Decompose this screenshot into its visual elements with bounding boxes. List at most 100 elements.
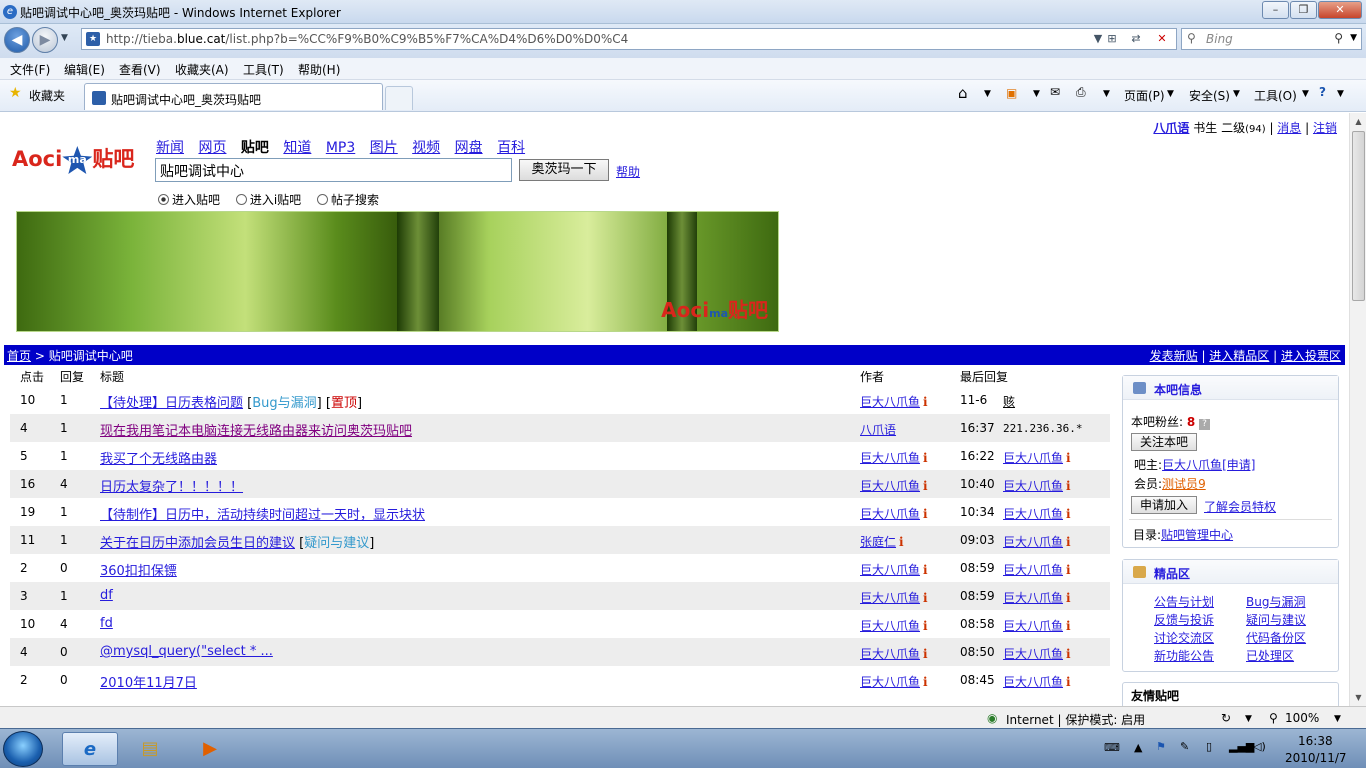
- i-icon[interactable]: i: [1066, 563, 1071, 577]
- thread-author-link[interactable]: 巨大八爪鱼: [860, 507, 920, 521]
- thread-last-user-link[interactable]: 赅: [1003, 395, 1015, 409]
- i-icon[interactable]: i: [923, 395, 928, 409]
- join-button[interactable]: 申请加入: [1131, 496, 1197, 514]
- close-window-button[interactable]: ✕: [1318, 1, 1362, 19]
- help-dropdown-icon[interactable]: ▼: [1337, 89, 1344, 99]
- home-dropdown-icon[interactable]: ▼: [984, 89, 991, 99]
- maximize-button[interactable]: ❐: [1290, 1, 1317, 19]
- logout-link[interactable]: 注销: [1313, 121, 1337, 135]
- nav-baike[interactable]: 百科: [497, 140, 525, 156]
- print-dropdown-icon[interactable]: ▼: [1103, 89, 1110, 99]
- back-button[interactable]: ◀: [4, 27, 30, 53]
- stop-icon[interactable]: ✕: [1152, 30, 1172, 48]
- volume-icon[interactable]: ◁): [1253, 740, 1266, 753]
- featured-link-4[interactable]: 讨论交流区: [1154, 629, 1214, 646]
- protected-dropdown-icon[interactable]: ▼: [1245, 714, 1252, 724]
- member-privilege-link[interactable]: 了解会员特权: [1204, 498, 1276, 515]
- vote-link[interactable]: 进入投票区: [1281, 349, 1341, 363]
- address-bar[interactable]: ★ http://tieba.blue.cat/list.php?b=%CC%F…: [81, 28, 1177, 50]
- search-go-icon[interactable]: ⚲: [1334, 31, 1343, 45]
- i-icon[interactable]: i: [923, 451, 928, 465]
- menu-favorites[interactable]: 收藏夹(A): [175, 61, 229, 78]
- vertical-scrollbar[interactable]: ▲ ▼: [1349, 113, 1366, 706]
- thread-author-link[interactable]: 巨大八爪鱼: [860, 563, 920, 577]
- thread-author-link[interactable]: 巨大八爪鱼: [860, 647, 920, 661]
- network-icon[interactable]: ▂▄▆: [1229, 740, 1254, 753]
- rss-icon[interactable]: ▣: [1006, 86, 1017, 100]
- refresh-icon[interactable]: ⇄: [1126, 30, 1146, 48]
- radio-enter-tieba[interactable]: 进入贴吧: [158, 193, 220, 207]
- thread-tag-link[interactable]: 疑问与建议: [304, 536, 369, 551]
- nav-mp3[interactable]: MP3: [326, 140, 355, 156]
- i-icon[interactable]: i: [923, 647, 928, 661]
- i-icon[interactable]: i: [923, 619, 928, 633]
- pin-icon[interactable]: ✎: [1180, 740, 1189, 753]
- thread-author-link[interactable]: 巨大八爪鱼: [860, 675, 920, 689]
- i-icon[interactable]: i: [899, 535, 904, 549]
- protected-mode-icon[interactable]: ↻: [1221, 711, 1231, 725]
- site-logo[interactable]: Aoci ma 贴吧: [12, 143, 134, 174]
- rss-dropdown-icon[interactable]: ▼: [1033, 89, 1040, 99]
- zoom-level[interactable]: 100%: [1285, 711, 1319, 725]
- flag-icon[interactable]: ⚑: [1156, 740, 1166, 753]
- thread-tag-link[interactable]: Bug与漏洞: [252, 396, 316, 411]
- i-icon[interactable]: i: [923, 479, 928, 493]
- i-icon[interactable]: i: [1066, 647, 1071, 661]
- compat-view-icon[interactable]: ⊞: [1102, 30, 1122, 48]
- start-button[interactable]: [3, 731, 43, 767]
- thread-title-link[interactable]: 关于在日历中添加会员生日的建议: [100, 536, 295, 551]
- keyword-input[interactable]: 贴吧调试中心: [155, 158, 512, 182]
- i-icon[interactable]: i: [923, 675, 928, 689]
- thread-last-user-link[interactable]: 巨大八爪鱼: [1003, 535, 1063, 549]
- nav-zhidao[interactable]: 知道: [283, 140, 311, 156]
- thread-title-link[interactable]: 日历太复杂了！！！！！: [100, 480, 243, 495]
- i-icon[interactable]: i: [923, 563, 928, 577]
- i-icon[interactable]: i: [1066, 535, 1071, 549]
- featured-link-3[interactable]: 疑问与建议: [1246, 611, 1306, 628]
- keyboard-icon[interactable]: ⌨: [1104, 741, 1120, 754]
- thread-author-link[interactable]: 巨大八爪鱼: [860, 619, 920, 633]
- scroll-down-icon[interactable]: ▼: [1350, 689, 1366, 706]
- thread-last-user-link[interactable]: 巨大八爪鱼: [1003, 675, 1063, 689]
- owner-apply-link[interactable]: [申请]: [1222, 458, 1255, 472]
- scroll-up-icon[interactable]: ▲: [1350, 113, 1366, 130]
- thread-last-user-link[interactable]: 巨大八爪鱼: [1003, 591, 1063, 605]
- help-icon[interactable]: ?: [1319, 85, 1326, 99]
- featured-link-1[interactable]: Bug与漏洞: [1246, 593, 1305, 610]
- i-icon[interactable]: i: [1066, 591, 1071, 605]
- taskbar-ie-icon[interactable]: e: [62, 732, 118, 766]
- featured-link-6[interactable]: 新功能公告: [1154, 647, 1214, 664]
- nav-news[interactable]: 新闻: [156, 140, 184, 156]
- clock-date[interactable]: 2010/11/7: [1285, 751, 1347, 765]
- thread-author-link[interactable]: 张庭仁: [860, 535, 896, 549]
- tools-menu[interactable]: 工具(O): [1254, 87, 1297, 104]
- print-icon[interactable]: ⎙: [1076, 85, 1086, 100]
- featured-link[interactable]: 进入精品区: [1209, 349, 1269, 363]
- featured-link-0[interactable]: 公告与计划: [1154, 593, 1214, 610]
- thread-title-link[interactable]: 【待处理】日历表格问题: [100, 396, 243, 411]
- menu-tools[interactable]: 工具(T): [243, 61, 284, 78]
- search-options-icon[interactable]: ▼: [1350, 33, 1357, 43]
- i-icon[interactable]: i: [1066, 479, 1071, 493]
- menu-view[interactable]: 查看(V): [119, 61, 161, 78]
- i-icon[interactable]: i: [1066, 619, 1071, 633]
- new-post-link[interactable]: 发表新贴: [1150, 349, 1198, 363]
- owner-link[interactable]: 巨大八爪鱼: [1162, 458, 1222, 472]
- menu-file[interactable]: 文件(F): [10, 61, 50, 78]
- thread-title-link[interactable]: fd: [100, 616, 113, 631]
- thread-last-user-link[interactable]: 巨大八爪鱼: [1003, 647, 1063, 661]
- radio-enter-itieba[interactable]: 进入i贴吧: [235, 193, 301, 207]
- user-name-link[interactable]: 八爪语: [1153, 121, 1189, 135]
- nav-disk[interactable]: 网盘: [455, 140, 483, 156]
- thread-title-link[interactable]: df: [100, 588, 113, 603]
- nav-web[interactable]: 网页: [198, 140, 226, 156]
- messages-link[interactable]: 消息: [1277, 121, 1301, 135]
- battery-icon[interactable]: ▯: [1206, 740, 1212, 753]
- featured-link-5[interactable]: 代码备份区: [1246, 629, 1306, 646]
- thread-last-user-link[interactable]: 巨大八爪鱼: [1003, 507, 1063, 521]
- radio-post-search[interactable]: 帖子搜索: [317, 193, 379, 207]
- zoom-dropdown-icon[interactable]: ▼: [1334, 714, 1341, 724]
- thread-author-link[interactable]: 巨大八爪鱼: [860, 591, 920, 605]
- dir-link[interactable]: 贴吧管理中心: [1161, 528, 1233, 542]
- thread-author-link[interactable]: 巨大八爪鱼: [860, 479, 920, 493]
